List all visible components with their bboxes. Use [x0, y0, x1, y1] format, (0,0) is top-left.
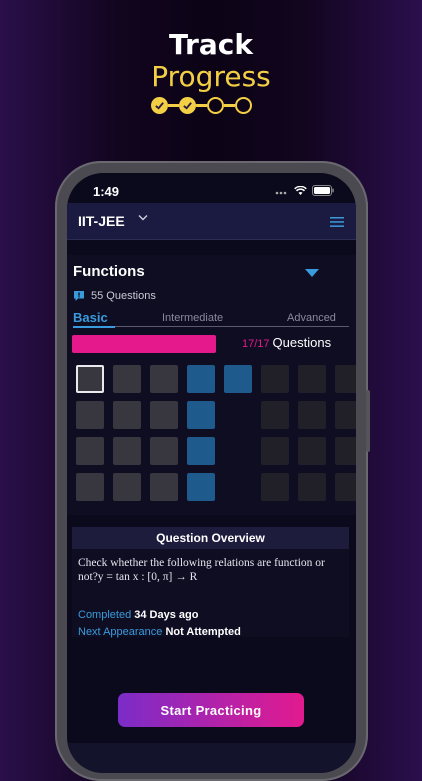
question-cell[interactable]: [224, 365, 252, 393]
tab-basic[interactable]: Basic: [73, 310, 108, 325]
cellular-icon: [275, 191, 287, 194]
bottom-nav: [67, 743, 356, 773]
question-cell[interactable]: [261, 437, 289, 465]
overview-title: Question Overview: [72, 527, 349, 549]
phone-side-button: [366, 390, 370, 452]
collapse-caret-icon[interactable]: [305, 269, 319, 277]
question-cell[interactable]: [298, 437, 326, 465]
progress-fraction: 17/17: [242, 338, 270, 350]
completed-value: 34 Days ago: [134, 609, 199, 621]
question-cell[interactable]: [150, 437, 178, 465]
question-cell[interactable]: [335, 473, 356, 501]
difficulty-tabs: Basic Intermediate Advanced: [73, 310, 349, 328]
status-bar: 1:49: [67, 183, 356, 201]
app-bar: IIT-JEE: [67, 203, 356, 240]
question-cell[interactable]: [76, 365, 104, 393]
step-pending-icon: [235, 97, 252, 114]
progress-steps: [151, 97, 252, 114]
promo-title: Track: [169, 28, 253, 61]
question-cell[interactable]: [335, 365, 356, 393]
tab-advanced[interactable]: Advanced: [287, 312, 336, 324]
question-count-text: 55 Questions: [91, 290, 156, 302]
next-appearance-row: Next Appearance Not Attempted: [78, 626, 241, 638]
battery-icon: [312, 185, 334, 196]
question-cell[interactable]: [150, 473, 178, 501]
hamburger-menu-icon[interactable]: [330, 217, 344, 227]
completed-label: Completed: [78, 609, 132, 621]
next-appearance-value: Not Attempted: [165, 626, 241, 638]
question-cell[interactable]: [261, 365, 289, 393]
question-cell[interactable]: [335, 401, 356, 429]
start-practicing-button[interactable]: Start Practicing: [118, 693, 304, 727]
question-cell[interactable]: [76, 437, 104, 465]
question-cell[interactable]: [113, 473, 141, 501]
overview-question-text: Check whether the following relations ar…: [78, 557, 325, 583]
question-cell[interactable]: [150, 401, 178, 429]
question-cell[interactable]: [298, 401, 326, 429]
status-time: 1:49: [93, 184, 120, 199]
question-cell[interactable]: [150, 365, 178, 393]
question-overview-panel: Question Overview Check whether the foll…: [72, 527, 349, 638]
progress-bar: [72, 335, 216, 353]
question-cell[interactable]: [113, 401, 141, 429]
next-appearance-label: Next Appearance: [78, 626, 163, 638]
question-cell[interactable]: [298, 473, 326, 501]
question-cell[interactable]: [187, 365, 215, 393]
wifi-icon: [294, 185, 307, 195]
chevron-down-icon[interactable]: [138, 214, 148, 221]
exam-selector-label[interactable]: IIT-JEE: [78, 213, 125, 229]
question-cell[interactable]: [187, 401, 215, 429]
topic-card: Functions 55 Questions Basic Intermediat…: [67, 255, 356, 515]
completed-row: Completed 34 Days ago: [78, 609, 198, 621]
question-grid: [76, 365, 356, 501]
question-cell[interactable]: [261, 473, 289, 501]
question-cell[interactable]: [113, 437, 141, 465]
step-pending-icon: [207, 97, 224, 114]
question-cell[interactable]: [187, 437, 215, 465]
app-screen: 1:49 IIT-JEE Functions 55 Questions Basi…: [67, 173, 356, 773]
promo-subtitle: Progress: [151, 60, 271, 93]
progress-count: 17/17 Questions: [242, 335, 331, 350]
question-cell[interactable]: [113, 365, 141, 393]
question-count: 55 Questions: [73, 290, 156, 302]
step-complete-icon: [179, 97, 196, 114]
question-cell[interactable]: [261, 401, 289, 429]
active-tab-indicator: [73, 326, 115, 328]
question-cell[interactable]: [76, 473, 104, 501]
question-cell[interactable]: [335, 437, 356, 465]
question-cell[interactable]: [76, 401, 104, 429]
tab-intermediate[interactable]: Intermediate: [162, 312, 223, 324]
step-complete-icon: [151, 97, 168, 114]
topic-title: Functions: [73, 263, 145, 280]
progress-label: Questions: [272, 335, 332, 350]
question-cell[interactable]: [298, 365, 326, 393]
question-cell[interactable]: [187, 473, 215, 501]
comment-icon: [74, 291, 84, 301]
